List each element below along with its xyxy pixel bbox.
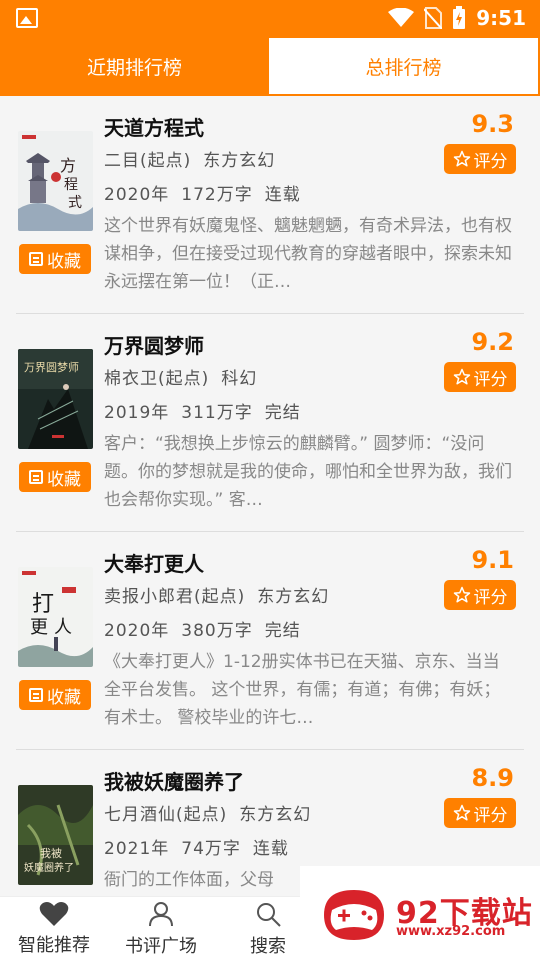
book-cover[interactable]: 我被 妖魔圈养了: [18, 785, 93, 885]
site-watermark: 92下载站 www.xz92.com: [300, 866, 540, 960]
book-year: 2021年: [104, 839, 170, 859]
book-score: 9.2: [471, 328, 514, 356]
gamepad-logo-icon: [324, 890, 384, 940]
svg-text:式: 式: [68, 195, 82, 211]
svg-text:妖魔圈养了: 妖魔圈养了: [24, 861, 74, 874]
book-meta-stats: 2020年 172万字 连载: [104, 180, 313, 205]
book-title: 天道方程式: [104, 116, 204, 140]
book-year: 2020年: [104, 185, 170, 205]
book-author: 七月酒仙(起点): [104, 805, 228, 825]
book-meta-author-genre: 棉衣卫(起点) 科幻: [104, 364, 269, 389]
rate-button[interactable]: 评分: [444, 144, 516, 174]
book-status: 完结: [264, 621, 301, 641]
svg-text:万界圆梦师: 万界圆梦师: [24, 361, 79, 374]
book-words: 172万字: [181, 185, 253, 205]
favorite-button[interactable]: 收藏: [19, 244, 91, 274]
book-meta-stats: 2021年 74万字 连载: [104, 834, 301, 859]
bookmark-list-icon: [29, 252, 43, 266]
book-status: 完结: [264, 403, 301, 423]
book-score: 8.9: [471, 764, 514, 792]
svg-text:人: 人: [54, 617, 72, 638]
favorite-button[interactable]: 收藏: [19, 680, 91, 710]
book-meta-stats: 2019年 311万字 完结: [104, 398, 313, 423]
book-author: 卖报小郎君(起点): [104, 587, 246, 607]
book-list: 方 程 式 收藏 天道方程式 9.3 评分 二目(起点) 东方玄幻 2020年 17…: [0, 96, 540, 896]
book-genre: 东方玄幻: [239, 805, 312, 825]
book-year: 2019年: [104, 403, 170, 423]
watermark-url: www.xz92.com: [396, 924, 506, 939]
tab-recent-ranking[interactable]: 近期排行榜: [0, 36, 269, 96]
book-year: 2020年: [104, 621, 170, 641]
book-meta-author-genre: 二目(起点) 东方玄幻: [104, 146, 287, 171]
book-description: 客户：“我想换上步惊云的麒麟臂。” 圆梦师：“没问题。你的梦想就是我的使命，哪怕…: [104, 434, 512, 510]
book-cover[interactable]: 打 更 人: [18, 567, 93, 667]
star-icon: [453, 804, 470, 821]
book-status: 连载: [252, 839, 289, 859]
star-icon: [453, 150, 470, 167]
book-card[interactable]: 万界圆梦师 收藏 万界圆梦师 9.2 评分 棉衣卫(起点) 科幻 2019年 311…: [0, 314, 540, 532]
book-author: 二目(起点): [104, 151, 192, 171]
book-description: 《大奉打更人》1-12册实体书已在天猫、京东、当当全平台发售。 这个世界，有儒；…: [104, 652, 501, 728]
bookmark-list-icon: [29, 688, 43, 702]
book-card[interactable]: 方 程 式 收藏 天道方程式 9.3 评分 二目(起点) 东方玄幻 2020年 17…: [0, 96, 540, 314]
book-author: 棉衣卫(起点): [104, 369, 210, 389]
star-icon: [453, 586, 470, 603]
no-sim-icon: [424, 7, 443, 29]
book-meta-author-genre: 七月酒仙(起点) 东方玄幻: [104, 800, 323, 825]
book-words: 311万字: [181, 403, 253, 423]
rate-button[interactable]: 评分: [444, 798, 516, 828]
book-title: 万界圆梦师: [104, 334, 204, 358]
svg-text:方: 方: [60, 156, 76, 175]
book-genre: 科幻: [221, 369, 258, 389]
book-cover[interactable]: 方 程 式: [18, 131, 93, 231]
book-score: 9.1: [471, 546, 514, 574]
rate-button[interactable]: 评分: [444, 362, 516, 392]
status-bar: 9:51: [0, 0, 540, 36]
book-title: 我被妖魔圈养了: [104, 770, 244, 794]
svg-text:打: 打: [32, 592, 54, 617]
svg-text:程: 程: [64, 177, 78, 193]
nav-review-square[interactable]: 书评广场: [111, 897, 211, 960]
bookmark-list-icon: [29, 470, 43, 484]
star-icon: [453, 368, 470, 385]
book-status: 连载: [264, 185, 301, 205]
book-words: 380万字: [181, 621, 253, 641]
heart-icon: [39, 902, 69, 926]
book-genre: 东方玄幻: [257, 587, 330, 607]
book-score: 9.3: [471, 110, 514, 138]
book-card[interactable]: 打 更 人 收藏 大奉打更人 9.1 评分 卖报小郎君(起点) 东方玄幻 2020…: [0, 532, 540, 750]
search-icon: [257, 903, 281, 927]
gallery-icon: [16, 8, 38, 28]
ranking-tabs: 近期排行榜 总排行榜: [0, 36, 540, 96]
svg-text:更: 更: [30, 617, 48, 638]
book-words: 74万字: [181, 839, 241, 859]
nav-smart-recommend[interactable]: 智能推荐: [4, 897, 104, 960]
rate-button[interactable]: 评分: [444, 580, 516, 610]
clock: 9:51: [476, 6, 526, 30]
svg-text:我被: 我被: [40, 847, 62, 860]
book-title: 大奉打更人: [104, 552, 204, 576]
book-meta-author-genre: 卖报小郎君(起点) 东方玄幻: [104, 582, 341, 607]
book-genre: 东方玄幻: [203, 151, 276, 171]
book-description: 这个世界有妖魔鬼怪、魑魅魍魉，有奇术异法，也有权谋相争，但在接受过现代教育的穿越…: [104, 216, 512, 292]
book-meta-stats: 2020年 380万字 完结: [104, 616, 313, 641]
book-cover[interactable]: 万界圆梦师: [18, 349, 93, 449]
battery-charging-icon: [453, 6, 466, 29]
wifi-icon: [388, 8, 415, 27]
user-icon: [149, 902, 173, 927]
tab-overall-ranking[interactable]: 总排行榜: [269, 38, 538, 94]
favorite-button[interactable]: 收藏: [19, 462, 91, 492]
